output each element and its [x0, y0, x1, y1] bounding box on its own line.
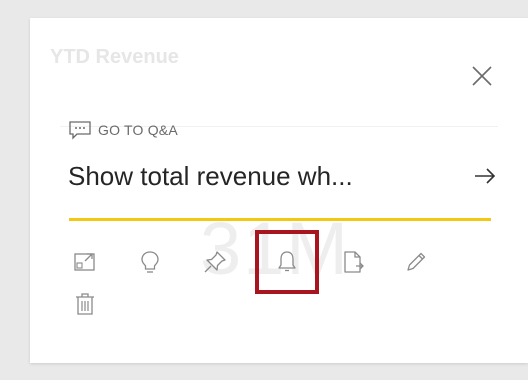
qa-input-underline — [69, 218, 491, 221]
export-icon — [344, 251, 364, 273]
edit-button[interactable] — [400, 246, 432, 278]
speech-bubble-icon — [69, 121, 91, 140]
tile-title-ghost: YTD Revenue — [50, 46, 179, 68]
pencil-icon — [407, 252, 426, 271]
pin-icon — [204, 251, 226, 273]
lightbulb-icon — [141, 251, 159, 273]
qa-question-text: Show total revenue wh... — [68, 160, 353, 191]
insights-button[interactable] — [134, 246, 166, 278]
manage-alerts-button[interactable] — [271, 246, 303, 278]
go-to-qa-label: GO TO Q&A — [98, 122, 178, 138]
submit-question-button[interactable] — [472, 163, 498, 189]
focus-mode-button[interactable] — [69, 246, 101, 278]
arrow-right-icon — [475, 168, 496, 184]
delete-button[interactable] — [69, 288, 101, 320]
close-button[interactable] — [468, 62, 496, 90]
trash-icon — [76, 293, 94, 315]
export-data-button[interactable] — [337, 246, 369, 278]
close-icon — [472, 66, 492, 86]
pin-button[interactable] — [199, 246, 231, 278]
tile-card: YTD Revenue 31M GO TO Q&A Show total rev… — [30, 18, 528, 363]
bell-icon — [278, 251, 296, 272]
go-to-qa-link[interactable]: GO TO Q&A — [68, 120, 178, 140]
focus-mode-icon — [74, 253, 95, 271]
qa-question-row[interactable]: Show total revenue wh... — [68, 155, 498, 197]
